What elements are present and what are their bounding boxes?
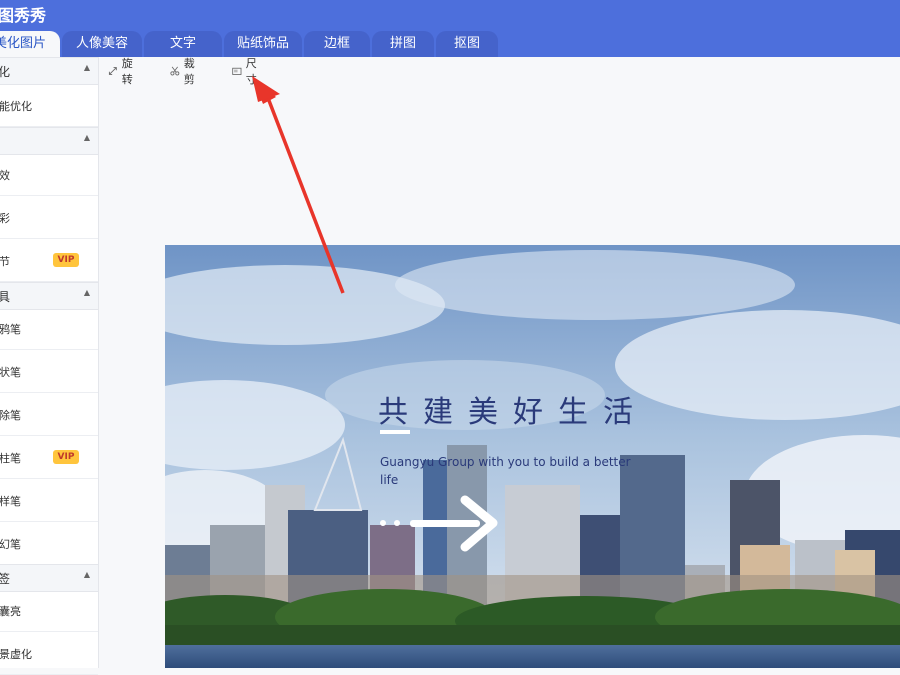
tab-beautify[interactable]: 美化图片 — [0, 31, 60, 57]
crop-button[interactable]: 裁剪 — [170, 57, 199, 86]
sidebar-item-color[interactable]: 彩 — [0, 196, 98, 239]
poster-underline — [380, 430, 410, 434]
sidebar-item-label: 样笔 — [0, 495, 21, 508]
sidebar-item-adjust[interactable]: 节 VIP — [0, 239, 98, 282]
collapse-caret-icon[interactable]: ▲ — [84, 63, 90, 72]
size-label: 尺寸 — [245, 57, 257, 86]
collapse-caret-icon[interactable]: ▲ — [84, 288, 90, 297]
sidebar-item-label: 幻笔 — [0, 538, 21, 551]
rotate-label: 旋转 — [121, 57, 133, 86]
sidebar-item-smart-optimize[interactable]: 能优化 — [0, 84, 98, 127]
section-header-portrait[interactable]: 签 ▲ — [0, 564, 98, 592]
size-button[interactable]: 尺寸 — [232, 57, 261, 86]
vip-badge: VIP — [53, 253, 79, 267]
image-canvas[interactable]: 共建美好生活 Guangyu Group with you to build a… — [165, 245, 900, 668]
sidebar-item-label: 景虚化 — [0, 648, 32, 661]
scissors-icon — [170, 66, 180, 76]
sidebar-item-label: 能优化 — [0, 100, 32, 113]
resize-icon — [232, 67, 242, 75]
title-bar: 图秀秀 美化图片 人像美容 文字 贴纸饰品 边框 拼图 抠图 — [0, 0, 900, 57]
section-header-optimize[interactable]: 化 ▲ — [0, 57, 98, 85]
sidebar-item-label: 鸦笔 — [0, 323, 21, 336]
rotate-icon — [108, 67, 117, 75]
collapse-caret-icon[interactable]: ▲ — [84, 570, 90, 579]
sidebar-item-background-blur[interactable]: 景虚化 — [0, 632, 98, 675]
poster-subtitle: Guangyu Group with you to build a better… — [380, 455, 631, 487]
poster-title: 共建美好生活 — [378, 395, 648, 430]
section-label: 签 — [0, 572, 11, 586]
sidebar-item-pillar-pen[interactable]: 柱笔 VIP — [0, 436, 98, 479]
sidebar-item-fantasy-pen[interactable]: 幻笔 — [0, 522, 98, 565]
sidebar-item-effects[interactable]: 效 — [0, 153, 98, 196]
sidebar-item-label: 除笔 — [0, 409, 21, 422]
collapse-caret-icon[interactable]: ▲ — [84, 133, 90, 142]
tab-collage[interactable]: 拼图 — [372, 31, 434, 57]
sidebar-item-label: 效 — [0, 169, 10, 182]
tab-portrait[interactable]: 人像美容 — [62, 31, 142, 57]
crop-label: 裁剪 — [183, 57, 195, 86]
sidebar-item-shape-pen[interactable]: 状笔 — [0, 350, 98, 393]
sidebar-item-label: 柱笔 — [0, 452, 21, 465]
sidebar: 化 ▲ 能优化 ▲ 效 彩 节 VIP 具 ▲ 鸦笔 状笔 除笔 柱笔 VIP … — [0, 57, 99, 675]
rotate-button[interactable]: 旋转 — [108, 57, 137, 86]
sidebar-item-label: 状笔 — [0, 366, 21, 379]
section-header-effects[interactable]: ▲ — [0, 127, 98, 155]
vip-badge: VIP — [53, 450, 79, 464]
tab-cutout[interactable]: 抠图 — [436, 31, 498, 57]
section-label: 化 — [0, 65, 11, 79]
section-label: 具 — [0, 290, 11, 304]
section-header-tools[interactable]: 具 ▲ — [0, 282, 98, 310]
tab-frame[interactable]: 边框 — [304, 31, 370, 57]
sidebar-item-pattern-pen[interactable]: 样笔 — [0, 479, 98, 522]
sidebar-item-label: 节 — [0, 255, 10, 268]
sidebar-item-doodle-pen[interactable]: 鸦笔 — [0, 307, 98, 350]
sidebar-item-label: 囊亮 — [0, 605, 21, 618]
tab-text[interactable]: 文字 — [144, 31, 222, 57]
sidebar-item-label: 彩 — [0, 212, 10, 225]
tab-stickers[interactable]: 贴纸饰品 — [224, 31, 302, 57]
sidebar-item-brighten[interactable]: 囊亮 — [0, 589, 98, 632]
app-title: 图秀秀 — [0, 6, 47, 25]
sidebar-item-eraser-pen[interactable]: 除笔 — [0, 393, 98, 436]
